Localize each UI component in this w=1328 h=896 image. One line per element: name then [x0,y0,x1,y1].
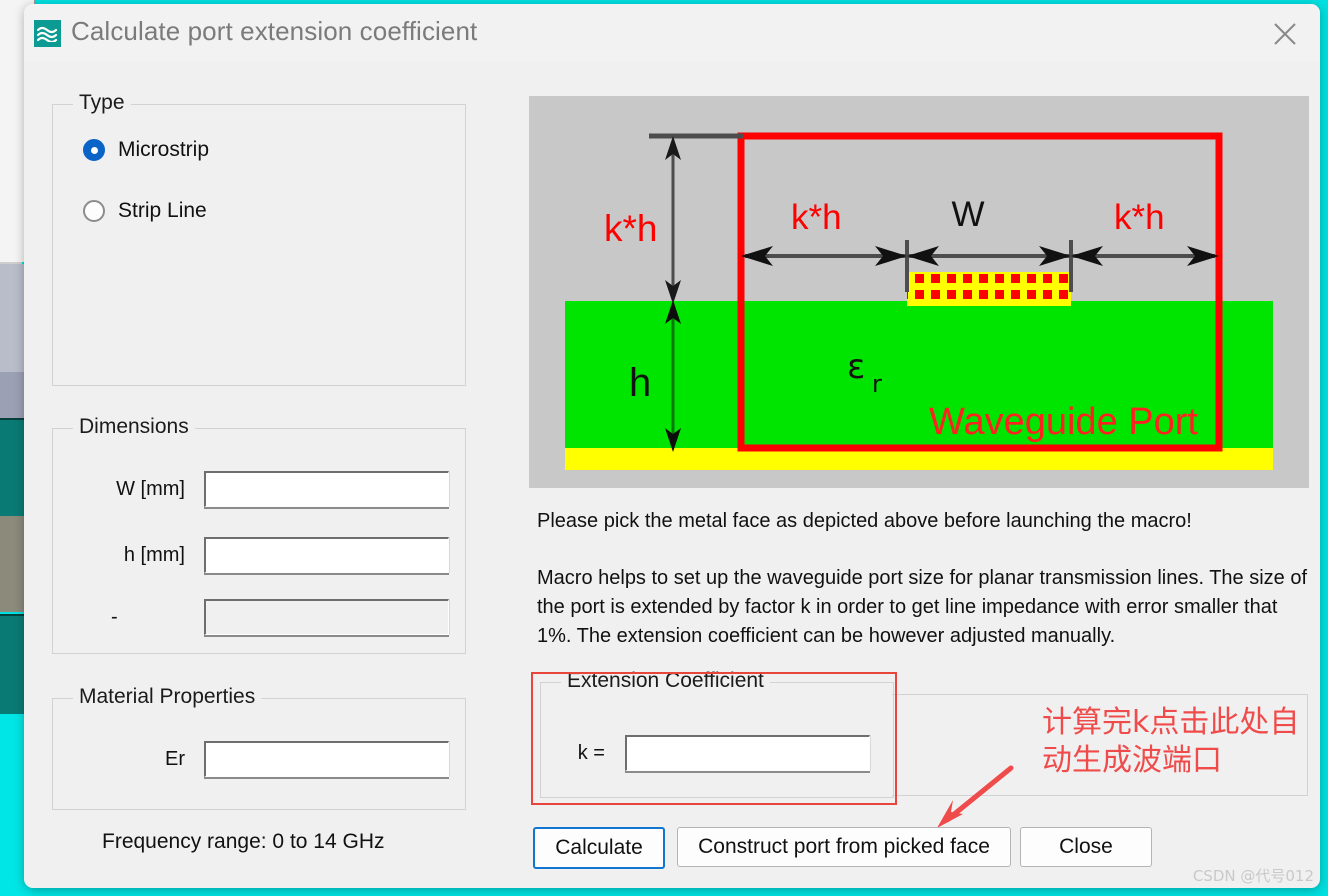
radio-strip-line-label: Strip Line [118,199,207,222]
radio-strip-line[interactable]: Strip Line [83,199,207,223]
input-third-disabled [204,599,449,635]
label-kh-left: k*h [791,198,842,237]
radio-microstrip[interactable]: Microstrip [83,138,209,162]
dimensions-group-legend: Dimensions [73,415,195,439]
type-group-legend: Type [73,91,131,115]
field-row-k: k = [565,735,870,771]
chinese-annotation-text: 计算完k点击此处自动生成波端口 [1042,705,1300,778]
field-row-w: W [mm] [75,471,449,507]
dialog-titlebar: Calculate port extension coefficient [24,4,1320,62]
field-label-er: Er [165,747,185,770]
construct-port-button[interactable]: Construct port from picked face [677,827,1011,867]
watermark: CSDN @代号012 [1192,867,1314,885]
label-kh-vertical: k*h [604,208,657,249]
field-row-third: - [75,599,449,635]
field-label-k: k = [577,741,605,764]
description-line-1: Please pick the metal face as depicted a… [537,510,1192,532]
radio-microstrip-label: Microstrip [118,138,210,161]
label-epsilon: ε [847,347,865,387]
dimensions-group: Dimensions W [mm] h [mm] - [52,415,466,654]
type-group: Type Microstrip Strip Line [52,91,466,386]
description-paragraph: Macro helps to set up the waveguide port… [537,567,1308,647]
input-h[interactable] [204,537,449,573]
field-label-h: h [mm] [123,543,185,566]
close-icon[interactable] [1260,14,1310,54]
close-button[interactable]: Close [1020,827,1152,867]
input-er[interactable] [204,741,449,777]
label-waveguide-port: Waveguide Port [929,401,1198,443]
metal-strip [907,272,1071,306]
field-row-h: h [mm] [75,537,449,573]
label-kh-right: k*h [1114,198,1165,237]
extension-coefficient-group: Extension Coefficient k = [540,669,894,798]
field-label-w: W [mm] [116,477,185,500]
extension-group-line-top [892,694,1308,695]
material-properties-group: Material Properties Er [52,685,466,810]
calculate-port-extension-dialog: Calculate port extension coefficient Typ… [24,4,1320,888]
extension-coefficient-legend: Extension Coefficient [561,669,770,693]
waves-icon [34,20,61,47]
frequency-range-text: Frequency range: 0 to 14 GHz [102,830,385,853]
label-h: h [629,361,651,405]
microstrip-cross-section-figure: k*h k*h W k*h h ε r Waveguide Port [529,96,1309,488]
input-k[interactable] [625,735,870,771]
material-properties-legend: Material Properties [73,685,262,709]
input-w[interactable] [204,471,449,507]
field-label-third: - [111,605,118,628]
radio-microstrip-indicator[interactable] [83,139,105,161]
field-row-er: Er [75,741,449,777]
label-epsilon-subscript: r [872,370,882,398]
label-width: W [951,195,984,234]
dialog-title: Calculate port extension coefficient [71,16,478,46]
calculate-button[interactable]: Calculate [533,827,665,869]
radio-strip-line-indicator[interactable] [83,200,105,222]
